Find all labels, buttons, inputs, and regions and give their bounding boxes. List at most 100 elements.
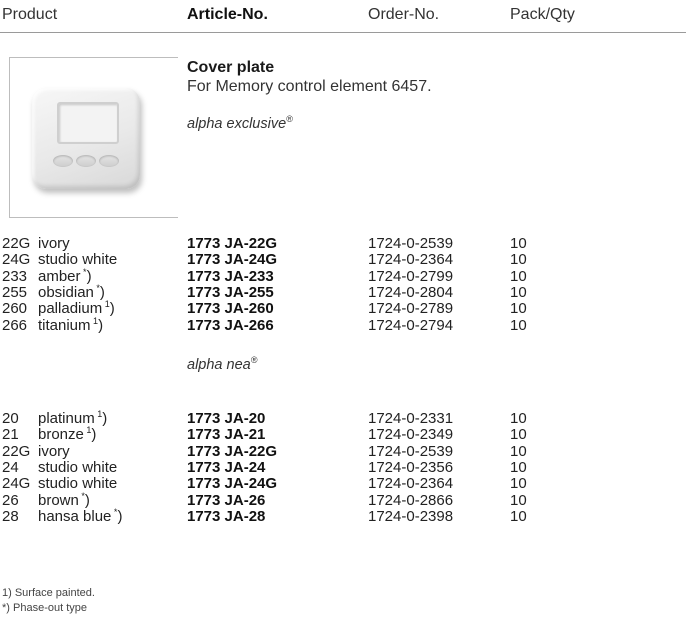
order-no: 1724-0-2398 <box>368 507 454 525</box>
article-no: 1773 JA-22G <box>187 442 278 460</box>
color-code: 28 <box>2 507 19 525</box>
order-no: 1724-0-2799 <box>368 267 454 285</box>
table-row: 233 amber *) 1773 JA-233 1724-0-2799 10 <box>0 266 686 285</box>
color-code: 266 <box>2 316 28 334</box>
pack-qty: 10 <box>510 267 527 285</box>
article-no: 1773 JA-21 <box>187 426 266 444</box>
footnote-surface-painted: 1) Surface painted. <box>2 587 95 599</box>
pack-qty: 10 <box>510 235 527 252</box>
color-code: 20 <box>2 410 19 427</box>
color-name: studio white <box>38 475 118 493</box>
pack-qty: 10 <box>510 491 527 509</box>
product-title: Cover plate <box>187 59 275 76</box>
pack-qty: 10 <box>510 442 527 460</box>
color-code: 255 <box>2 283 28 301</box>
table-row: 24G studio white 1773 JA-24G 1724-0-2364 10 <box>0 475 686 492</box>
order-no: 1724-0-2866 <box>368 491 454 509</box>
table-row: 24 studio white 1773 JA-24 1724-0-2356 10 <box>0 459 686 476</box>
order-no: 1724-0-2331 <box>368 410 454 427</box>
article-no: 1773 JA-26 <box>187 491 266 509</box>
color-code: 22G <box>2 235 31 252</box>
footnote-phase-out: *) Phase-out type <box>2 602 87 614</box>
pack-qty: 10 <box>510 426 527 444</box>
pack-qty: 10 <box>510 410 527 427</box>
note-marker: * <box>83 266 87 277</box>
table-row: 22G ivory 1773 JA-22G 1724-0-2539 10 <box>0 235 686 252</box>
plate-button-3 <box>99 155 119 167</box>
article-no: 1773 JA-233 <box>187 267 274 285</box>
color-code: 24G <box>2 251 31 269</box>
color-name: bronze 1) <box>38 425 97 444</box>
pack-qty: 10 <box>510 458 527 476</box>
article-no: 1773 JA-24 <box>187 458 266 476</box>
order-no: 1724-0-2789 <box>368 300 454 318</box>
order-no: 1724-0-2349 <box>368 426 454 444</box>
table-row: 22G ivory 1773 JA-22G 1724-0-2539 10 <box>0 443 686 460</box>
pack-qty: 10 <box>510 475 527 493</box>
article-no: 1773 JA-20 <box>187 410 266 427</box>
cover-plate-icon <box>32 88 140 189</box>
order-no: 1724-0-2356 <box>368 458 454 476</box>
note-marker: * <box>96 282 100 293</box>
color-code: 24 <box>2 458 19 476</box>
color-name: hansa blue *) <box>38 506 123 525</box>
header-order-no: Order-No. <box>368 6 440 23</box>
note-marker: 1 <box>104 299 110 310</box>
color-code: 22G <box>2 442 31 460</box>
table-row: 26 brown *) 1773 JA-26 1724-0-2866 10 <box>0 490 686 509</box>
table-row: 20 platinum 1) 1773 JA-20 1724-0-2331 10 <box>0 409 686 428</box>
article-no: 1773 JA-260 <box>187 300 274 318</box>
note-marker: 1 <box>93 315 99 326</box>
order-no: 1724-0-2539 <box>368 442 454 460</box>
pack-qty: 10 <box>510 300 527 318</box>
color-name: obsidian *) <box>38 282 105 301</box>
table-header: Product Article-No. Order-No. Pack/Qty <box>0 0 686 33</box>
article-no: 1773 JA-28 <box>187 507 266 525</box>
pack-qty: 10 <box>510 283 527 301</box>
product-image-frame <box>9 57 178 218</box>
color-name: brown *) <box>38 490 90 509</box>
order-no: 1724-0-2539 <box>368 235 454 252</box>
color-name: studio white <box>38 251 118 269</box>
color-name: amber *) <box>38 266 92 285</box>
display-window <box>57 102 119 144</box>
order-no: 1724-0-2364 <box>368 475 454 493</box>
order-no: 1724-0-2804 <box>368 283 454 301</box>
header-pack-qty: Pack/Qty <box>510 6 575 23</box>
color-name: ivory <box>38 442 70 460</box>
order-no: 1724-0-2364 <box>368 251 454 269</box>
plate-button-2 <box>76 155 96 167</box>
article-no: 1773 JA-266 <box>187 316 274 334</box>
color-name: platinum 1) <box>38 409 108 428</box>
table-row: 28 hansa blue *) 1773 JA-28 1724-0-2398 10 <box>0 506 686 525</box>
header-product: Product <box>2 6 58 23</box>
series-heading-alpha-nea: alpha nea® <box>187 355 258 373</box>
color-name: titanium 1) <box>38 315 104 334</box>
note-marker: * <box>113 506 118 517</box>
note-marker: * <box>81 490 85 501</box>
product-subtitle: For Memory control element 6457. <box>187 78 432 95</box>
pack-qty: 10 <box>510 507 527 525</box>
color-code: 26 <box>2 491 19 509</box>
note-marker: 1 <box>97 409 103 419</box>
note-marker: 1 <box>86 425 92 436</box>
article-no: 1773 JA-24G <box>187 251 278 269</box>
color-code: 24G <box>2 475 31 493</box>
article-no: 1773 JA-255 <box>187 283 274 301</box>
table-row: 24G studio white 1773 JA-24G 1724-0-2364 10 <box>0 251 686 268</box>
color-name: palladium 1) <box>38 299 115 318</box>
plate-button-1 <box>53 155 73 167</box>
color-name: ivory <box>38 235 70 252</box>
pack-qty: 10 <box>510 316 527 334</box>
table-row: 21 bronze 1) 1773 JA-21 1724-0-2349 10 <box>0 425 686 444</box>
order-no: 1724-0-2794 <box>368 316 454 334</box>
color-name: studio white <box>38 458 118 476</box>
header-article-no: Article-No. <box>187 6 268 23</box>
pack-qty: 10 <box>510 251 527 269</box>
table-row: 260 palladium 1) 1773 JA-260 1724-0-2789 10 <box>0 299 686 318</box>
table-row: 266 titanium 1) 1773 JA-266 1724-0-2794 10 <box>0 315 686 334</box>
color-code: 21 <box>2 426 19 444</box>
article-no: 1773 JA-24G <box>187 475 278 493</box>
series-heading-alpha-exclusive: alpha exclusive® <box>187 114 293 132</box>
color-code: 233 <box>2 267 28 285</box>
